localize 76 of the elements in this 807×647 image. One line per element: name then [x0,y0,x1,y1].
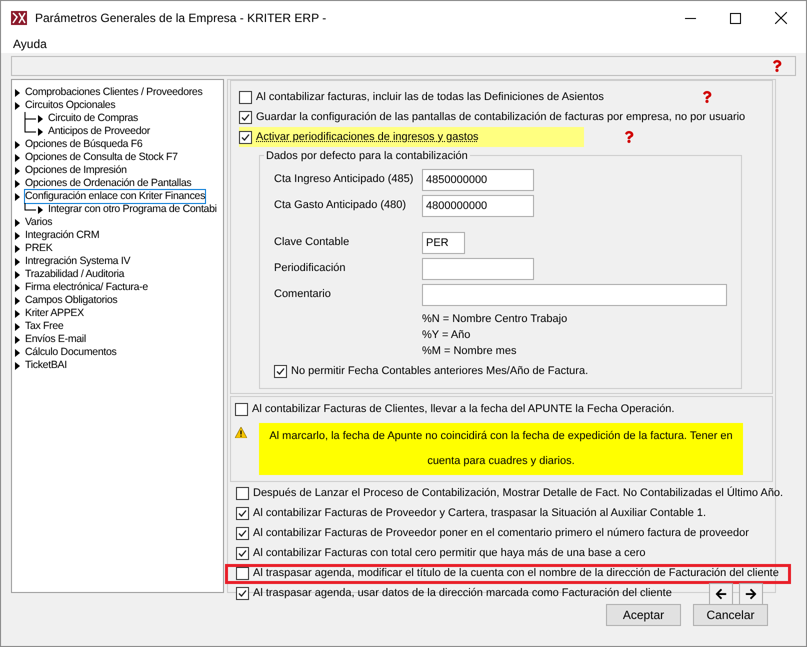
help-icon[interactable] [702,91,712,103]
option-label: Al contabilizar Facturas de Proveedor poner en el comentario primero el número factura de proveedor [253,526,749,542]
checkbox[interactable] [236,507,249,520]
tree-item[interactable]: Opciones de Búsqueda F6 [24,136,144,152]
tree-item[interactable]: Circuitos Opcionales [24,98,116,114]
close-icon[interactable] [775,12,787,24]
option-label: Guardar la configuración de las pantallas de contabilización de facturas por empresa, no por usuario [256,110,746,125]
checkbox[interactable] [239,90,252,104]
option-label: No permitir Fecha Contables anteriores Mes/Año de Factura. [291,364,588,379]
tree-item[interactable]: Varios [24,214,54,230]
field-label: Cta Ingreso Anticipado (485) [274,172,414,188]
text-field[interactable] [422,284,727,306]
tree-item[interactable]: Firma electrónica/ Factura-e [24,280,149,296]
option-label: Al contabilizar facturas, incluir las de todas las Definiciones de Asientos [256,90,604,105]
tree-item[interactable]: Configuración enlace con Kriter Finances [24,188,206,204]
text-field[interactable]: 4800000000 [422,194,534,216]
tree-item[interactable]: Intregración Systema IV [24,254,132,270]
option-label: Al contabilizar Facturas con total cero permitir que haya más de una base a cero [253,546,646,562]
tree-item[interactable]: Circuito de Compras [47,110,139,126]
field-label: Cta Gasto Anticipado (480) [274,198,408,214]
field-label: Clave Contable [274,235,350,250]
tree-connector [24,112,38,125]
group-title: Dados por defecto para la contabilización [264,148,470,164]
tree-item[interactable]: Campos Obligatorios [24,292,118,308]
checkbox[interactable] [236,547,249,560]
help-icon[interactable] [772,60,782,72]
option-label: Después de Lanzar el Proceso de Contabilización, Mostrar Detalle de Fact. No Contabilizadas el Último Año. [253,486,784,502]
tree-item[interactable]: TicketBAI [24,358,68,374]
warning-message: Al marcarlo, la fecha de Apunte no coincidirá con la fecha de expedición de la factura. Tener en cuenta para cuadres y diarios. [259,422,743,474]
option-label: Al contabilizar Facturas de Clientes, llevar a la fecha del APUNTE la Fecha Operación. [252,402,674,418]
field-label: Comentario [274,287,332,302]
tree-item[interactable]: Anticipos de Proveedor [47,124,151,140]
field-label: Periodificación [274,261,347,276]
hint-text: %M = Nombre mes [422,344,518,359]
tree-item[interactable]: Integración CRM [24,228,100,244]
tree-item[interactable]: Envíos E-mail [24,332,87,348]
option-label: Al traspasar agenda, usar datos de la dirección marcada como Facturación del cliente [253,586,672,602]
tree-item[interactable]: Opciones de Consulta de Stock F7 [24,150,179,166]
tree-item[interactable]: Cálculo Documentos [24,344,118,360]
help-icon[interactable] [624,131,634,143]
right-arrow-icon [745,588,757,600]
tree-item[interactable]: Kriter APPEX [24,306,85,322]
dialog-button[interactable]: Aceptar [606,604,681,626]
checkbox[interactable] [236,567,249,580]
expand-arrow-icon[interactable] [38,206,43,214]
tree-item[interactable]: Opciones de Impresión [24,162,128,178]
checkbox[interactable] [236,487,249,500]
option-label: Al traspasar agenda, modificar el título de la cuenta con el nombre de la dirección de Facturación del cliente [253,566,779,582]
tree-item[interactable]: Opciones de Ordenación de Pantallas [24,176,192,192]
text-field[interactable]: 4850000000 [422,168,534,190]
text-field[interactable]: PER [422,232,465,254]
checkbox[interactable] [274,364,287,378]
option-label: Activar periodificaciones de ingresos y gastos [256,130,479,145]
tree-item[interactable]: Trazabilidad / Auditoria [24,266,126,282]
checkbox[interactable] [235,403,248,416]
tree-item[interactable]: Tax Free [24,318,64,334]
checkbox[interactable] [236,587,249,600]
left-arrow-icon [715,588,727,600]
tree-item[interactable]: PREK [24,240,54,256]
checkbox[interactable] [239,110,252,124]
text-field[interactable] [422,258,534,280]
checkbox[interactable] [239,130,252,144]
previous-button[interactable] [709,582,733,604]
app-icon [11,11,27,25]
hint-text: %Y = Año [422,328,472,343]
warning-icon [235,426,247,438]
dialog-button[interactable]: Cancelar [693,604,768,626]
window-title: Parámetros Generales de la Empresa - KRITER ERP - [35,10,326,27]
tree-item[interactable]: Comprobaciones Clientes / Proveedores [24,84,204,100]
hint-text: %N = Nombre Centro Trabajo [422,312,568,327]
option-label: Al contabilizar Facturas de Proveedor y Cartera, traspasar la Situación al Auxiliar Contable 1. [253,506,706,522]
next-button[interactable] [739,582,763,604]
tree-item[interactable]: Integrar con otro Programa de Contabi [47,202,218,218]
checkbox[interactable] [236,527,249,540]
menu-item[interactable]: Ayuda [13,35,47,53]
maximize-icon[interactable] [730,12,741,24]
